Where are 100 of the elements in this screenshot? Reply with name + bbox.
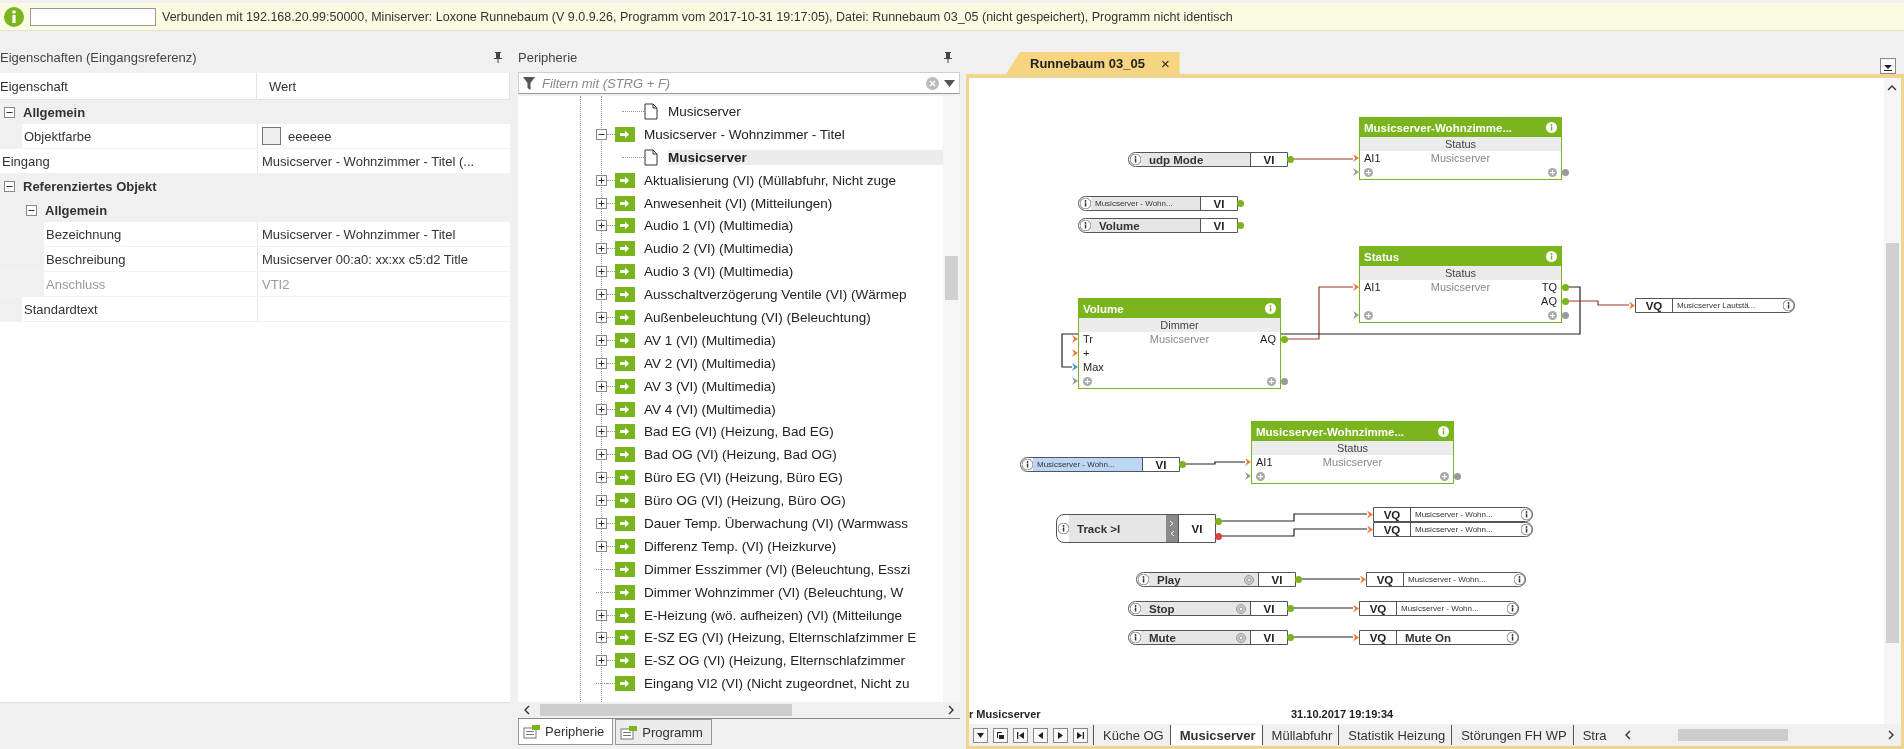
- color-swatch[interactable]: [262, 127, 281, 145]
- page-tab[interactable]: Müllabfuhr: [1261, 725, 1339, 745]
- scroll-right-icon[interactable]: [948, 705, 955, 715]
- expand-icon[interactable]: [596, 266, 607, 278]
- tree-item[interactable]: Ausschaltverzögerung Ventile (VI) (Wärmep: [644, 287, 911, 303]
- input-port-icon[interactable]: [1353, 154, 1359, 162]
- expand-icon[interactable]: [596, 243, 607, 255]
- tree-item[interactable]: Audio 3 (VI) (Multimedia): [644, 264, 798, 280]
- input-port-icon[interactable]: [1353, 633, 1359, 642]
- input-port-icon[interactable]: [1360, 575, 1366, 584]
- tree-item[interactable]: AV 1 (VI) (Multimedia): [644, 332, 780, 348]
- info-icon[interactable]: [1137, 574, 1149, 585]
- filter-input[interactable]: Filtern mit (STRG + F): [540, 74, 921, 92]
- info-icon[interactable]: [1506, 632, 1518, 643]
- expand-icon[interactable]: [596, 632, 607, 644]
- output-port-icon[interactable]: [1295, 576, 1302, 583]
- expand-icon[interactable]: [596, 517, 607, 529]
- input-port-icon[interactable]: [1353, 283, 1359, 291]
- collapse-icon[interactable]: [4, 180, 15, 192]
- tree-item[interactable]: Musicserver: [668, 149, 943, 165]
- tree-item[interactable]: Dimmer Esszimmer (VI) (Beleuchtung, Esszi: [644, 561, 915, 577]
- scroll-up-icon[interactable]: [1887, 84, 1897, 91]
- tree-item[interactable]: Dimmer Wohnzimmer (VI) (Beleuchtung, W: [644, 584, 908, 600]
- panel-icon[interactable]: [620, 724, 639, 740]
- input-port-icon[interactable]: [1353, 604, 1359, 613]
- output-port-icon[interactable]: [1287, 156, 1294, 163]
- page-tab[interactable]: Statistik Heizung: [1338, 725, 1452, 745]
- expand-icon[interactable]: [596, 311, 607, 323]
- document-tab[interactable]: Runnebaum 03_05 ×: [1006, 52, 1180, 74]
- tree-item[interactable]: Büro EG (VI) (Heizung, Büro EG): [644, 470, 847, 486]
- virtual-input[interactable]: Track >I VI: [1056, 514, 1216, 543]
- close-icon[interactable]: ×: [1160, 54, 1170, 72]
- output-port-icon[interactable]: [1237, 222, 1244, 229]
- tree-item[interactable]: Aktualisierung (VI) (Müllabfuhr, Nicht zuge: [644, 172, 901, 188]
- expand-icon[interactable]: [596, 357, 607, 369]
- expand-icon[interactable]: [596, 197, 607, 209]
- info-icon[interactable]: [1782, 300, 1794, 311]
- info-icon[interactable]: [1520, 509, 1532, 520]
- expand-icon[interactable]: [596, 449, 607, 461]
- tree-item[interactable]: Außenbeleuchtung (VI) (Beleuchtung): [644, 309, 875, 325]
- tree-item[interactable]: Büro OG (VI) (Heizung, Büro OG): [644, 493, 850, 509]
- info-icon[interactable]: [1129, 632, 1141, 643]
- virtual-output[interactable]: VQ Musicserver - Wohn...: [1366, 572, 1526, 587]
- virtual-input[interactable]: Stop VI: [1128, 601, 1288, 616]
- tree-item[interactable]: Musicserver - Wohnzimmer - Titel: [644, 126, 849, 142]
- info-icon[interactable]: [1079, 198, 1091, 209]
- output-port-icon[interactable]: [1215, 518, 1222, 525]
- output-port-icon[interactable]: [1287, 605, 1294, 612]
- virtual-input[interactable]: Mute VI: [1128, 630, 1288, 645]
- expand-icon[interactable]: [596, 540, 607, 552]
- output-port-icon[interactable]: [1287, 634, 1294, 641]
- virtual-output[interactable]: VQ Musicserver Lautstä...: [1635, 298, 1795, 313]
- expand-icon[interactable]: [596, 426, 607, 438]
- output-port-icon[interactable]: [1215, 533, 1222, 540]
- page-tab[interactable]: Küche OG: [1093, 725, 1170, 745]
- page-tab[interactable]: Stra: [1572, 725, 1613, 745]
- collapse-icon[interactable]: [596, 128, 607, 140]
- page-tab[interactable]: Musicserver: [1169, 725, 1262, 745]
- info-icon[interactable]: [1079, 220, 1091, 231]
- panel-tab[interactable]: Programm: [615, 719, 712, 745]
- input-port-icon[interactable]: [1245, 458, 1251, 466]
- expand-icon[interactable]: [596, 495, 607, 507]
- virtual-output[interactable]: VQ Musicserver - Wohn...: [1359, 601, 1519, 616]
- input-field[interactable]: [30, 7, 156, 26]
- expand-icon[interactable]: [596, 609, 607, 621]
- expand-icon[interactable]: [596, 472, 607, 484]
- expand-icon[interactable]: [596, 403, 607, 415]
- virtual-input[interactable]: Musicserver - Wohn... VI: [1020, 457, 1180, 472]
- panel-tab[interactable]: Peripherie: [518, 719, 614, 745]
- scroll-right-icon[interactable]: [1888, 730, 1895, 740]
- info-icon[interactable]: [1513, 574, 1525, 585]
- page-tab[interactable]: Störungen FH WP: [1451, 725, 1573, 745]
- virtual-output[interactable]: VQ Mute On: [1359, 630, 1519, 645]
- scroll-left-icon[interactable]: [523, 705, 530, 715]
- tree-item[interactable]: AV 2 (VI) (Multimedia): [644, 355, 780, 371]
- tree-item[interactable]: Bad EG (VI) (Heizung, Bad EG): [644, 424, 838, 440]
- chevron-right-icon[interactable]: [1169, 520, 1175, 527]
- scrollbar[interactable]: [943, 96, 960, 702]
- expand-icon[interactable]: [596, 655, 607, 667]
- tree-item[interactable]: Dauer Temp. Überwachung (VI) (Warmwass: [644, 515, 913, 531]
- input-port-icon[interactable]: [1629, 301, 1635, 310]
- virtual-input[interactable]: Musicserver - Wohn... VI: [1078, 196, 1238, 211]
- expand-icon[interactable]: [596, 174, 607, 186]
- panel-icon[interactable]: [523, 724, 541, 739]
- tree-item[interactable]: Eingang VI2 (VI) (Nicht zugeordnet, Nicht zu: [644, 676, 914, 692]
- filter-field[interactable]: Filtern mit (STRG + F): [518, 72, 960, 94]
- tree-item[interactable]: Audio 1 (VI) (Multimedia): [644, 218, 798, 234]
- tree-item[interactable]: Bad OG (VI) (Heizung, Bad OG): [644, 447, 841, 463]
- virtual-output[interactable]: VQ Musicserver - Wohn...: [1373, 507, 1533, 522]
- tree-item[interactable]: Musicserver: [668, 103, 745, 119]
- expand-icon[interactable]: [596, 380, 607, 392]
- virtual-input[interactable]: udp Mode VI: [1128, 152, 1288, 167]
- dropdown-icon[interactable]: [1880, 58, 1896, 74]
- collapse-icon[interactable]: [26, 204, 37, 216]
- scrollbar[interactable]: [1884, 78, 1901, 724]
- tree-item[interactable]: E-Heizung (wö. aufheizen) (VI) (Mitteilunge: [644, 607, 907, 623]
- tree-item[interactable]: Differenz Temp. (VI) (Heizkurve): [644, 538, 841, 554]
- output-port-icon[interactable]: [1179, 461, 1186, 468]
- info-icon[interactable]: [1520, 524, 1532, 535]
- virtual-input[interactable]: Play VI: [1136, 572, 1296, 587]
